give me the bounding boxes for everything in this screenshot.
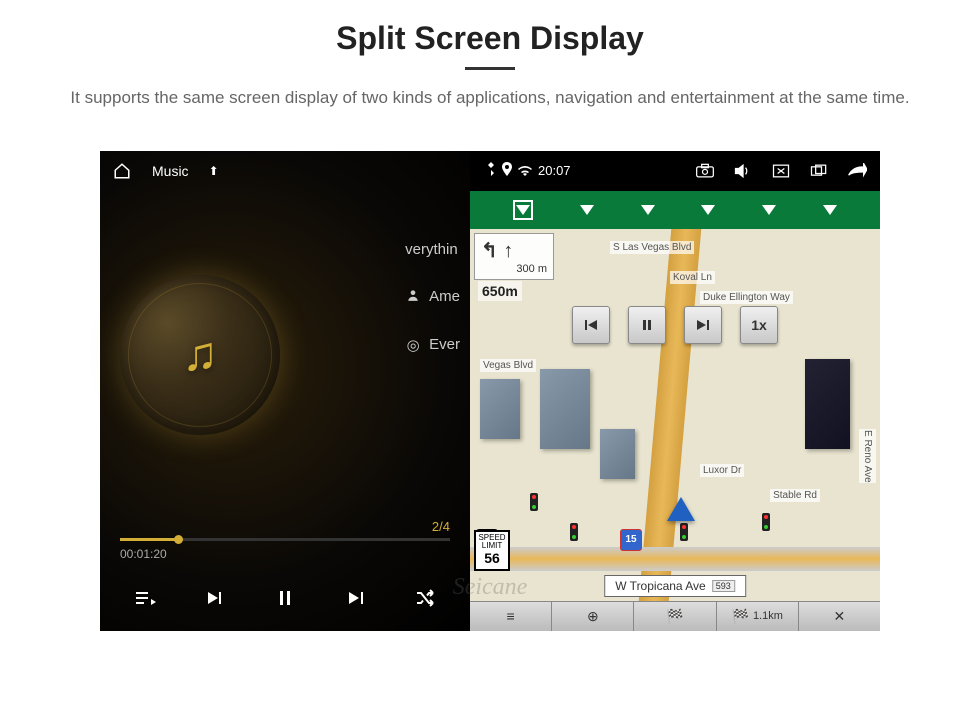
map-canvas[interactable]: S Las Vegas Blvd Koval Ln Duke Ellington… [470,229,880,601]
artist-row: Ame [405,288,460,306]
speed-limit-label: SPEED LIMIT [476,534,508,552]
map-area[interactable]: S Las Vegas Blvd Koval Ln Duke Ellington… [470,191,880,631]
street-label: Duke Ellington Way [700,291,793,304]
street-number-badge: 593 [712,580,735,592]
navigation-panel: 20:07 [470,151,880,631]
street-label: S Las Vegas Blvd [610,241,694,254]
lane-arrow-icon [701,205,715,215]
lane-arrow-icon [580,205,594,215]
main-turn-distance: 650m [478,281,522,301]
screenshot-button[interactable] [692,161,718,181]
track-title: verythin [405,241,458,258]
disc-icon: ◎ [405,336,421,354]
progress-area: 2/4 00:01:20 [100,519,470,571]
bluetooth-icon [486,162,496,179]
nav-locate-button[interactable]: ⊕ [552,602,634,631]
nav-speed-button[interactable]: 1x [740,306,778,344]
nav-pause-button[interactable] [628,306,666,344]
locate-icon: ⊕ [587,608,599,625]
next-button[interactable] [335,586,375,616]
traffic-light-icon [530,493,538,511]
music-app-label: Music [152,163,189,179]
sub-turn-distance: 300 m [481,263,547,275]
volume-button[interactable] [730,161,756,181]
speed-limit-sign: SPEED LIMIT 56 [474,530,510,571]
music-top-bar: Music ⬆ [100,151,470,191]
track-info: verythin Ame ◎ Ever [405,241,460,354]
street-label: Vegas Blvd [480,359,536,372]
usb-icon[interactable]: ⬆ [209,164,219,178]
building-icon [540,369,590,449]
pause-button[interactable] [265,586,305,616]
current-position-icon [667,497,695,521]
traffic-light-icon [762,513,770,531]
nav-route-button[interactable]: 🏁 [634,602,716,631]
playlist-button[interactable] [125,586,165,616]
street-label: Luxor Dr [700,464,744,477]
album-row: ◎ Ever [405,336,460,354]
flag-icon: 🏁 [666,608,683,625]
location-icon [502,162,512,179]
current-street-box: W Tropicana Ave 593 [604,575,746,597]
speed-limit-value: 56 [476,551,508,566]
street-label: Koval Ln [670,271,715,284]
cross-road [470,547,880,571]
shuffle-button[interactable] [405,586,445,616]
nav-menu-button[interactable]: ≡ [470,602,552,631]
turn-instruction: ↰ ↑ 300 m [474,233,554,280]
turn-left-arrow-icon: ↰ ↑ [481,238,547,263]
close-app-button[interactable] [768,161,794,181]
progress-bar[interactable] [120,538,450,541]
nav-bottom-bar: ≡ ⊕ 🏁 🏁1.1km ✕ [470,601,880,631]
lane-arrow-icon [513,200,533,220]
album-name: Ever [429,336,460,353]
status-bar: 20:07 [470,151,880,191]
nav-playback-controls: 1x [572,306,778,344]
building-icon [480,379,520,439]
music-panel: Music ⬆ ♫ verythin Ame ◎ Ever [100,151,470,631]
music-controls [100,571,470,631]
lane-arrow-icon [762,205,776,215]
lane-arrow-icon [823,205,837,215]
nav-previous-button[interactable] [572,306,610,344]
page-title: Split Screen Display [0,20,980,57]
person-icon [405,288,421,306]
close-icon: ✕ [834,608,846,625]
time-elapsed: 00:01:20 [120,547,450,561]
menu-icon: ≡ [507,608,515,624]
recent-apps-button[interactable] [806,161,832,181]
traffic-light-icon [680,523,688,541]
street-label: Stable Rd [770,489,820,502]
nav-close-button[interactable]: ✕ [799,602,880,631]
home-icon[interactable] [112,162,132,180]
track-counter: 2/4 [120,519,450,534]
lane-arrow-icon [641,205,655,215]
flag-icon: 🏁 [732,608,749,625]
album-art[interactable]: ♫ [120,275,280,435]
back-button[interactable] [844,161,870,181]
street-label: E Reno Ave [859,429,876,484]
nav-distance[interactable]: 🏁1.1km [717,602,799,631]
title-divider [465,67,515,70]
interstate-shield: 15 [620,529,642,551]
traffic-light-icon [570,523,578,541]
album-area: ♫ verythin Ame ◎ Ever [100,191,470,519]
wifi-icon [518,163,532,179]
clock-time: 20:07 [538,163,571,178]
progress-fill [120,538,179,541]
page-subtitle: It supports the same screen display of t… [0,85,980,111]
building-icon [600,429,635,479]
track-title-row: verythin [405,241,460,258]
nav-next-button[interactable] [684,306,722,344]
lane-guidance-bar [470,191,880,229]
device-screen: Music ⬆ ♫ verythin Ame ◎ Ever [100,151,880,631]
main-road [638,229,701,601]
previous-button[interactable] [195,586,235,616]
music-note-icon: ♫ [182,327,218,382]
current-street-name: W Tropicana Ave [615,579,706,593]
artist-name: Ame [429,288,460,305]
building-icon [805,359,850,449]
